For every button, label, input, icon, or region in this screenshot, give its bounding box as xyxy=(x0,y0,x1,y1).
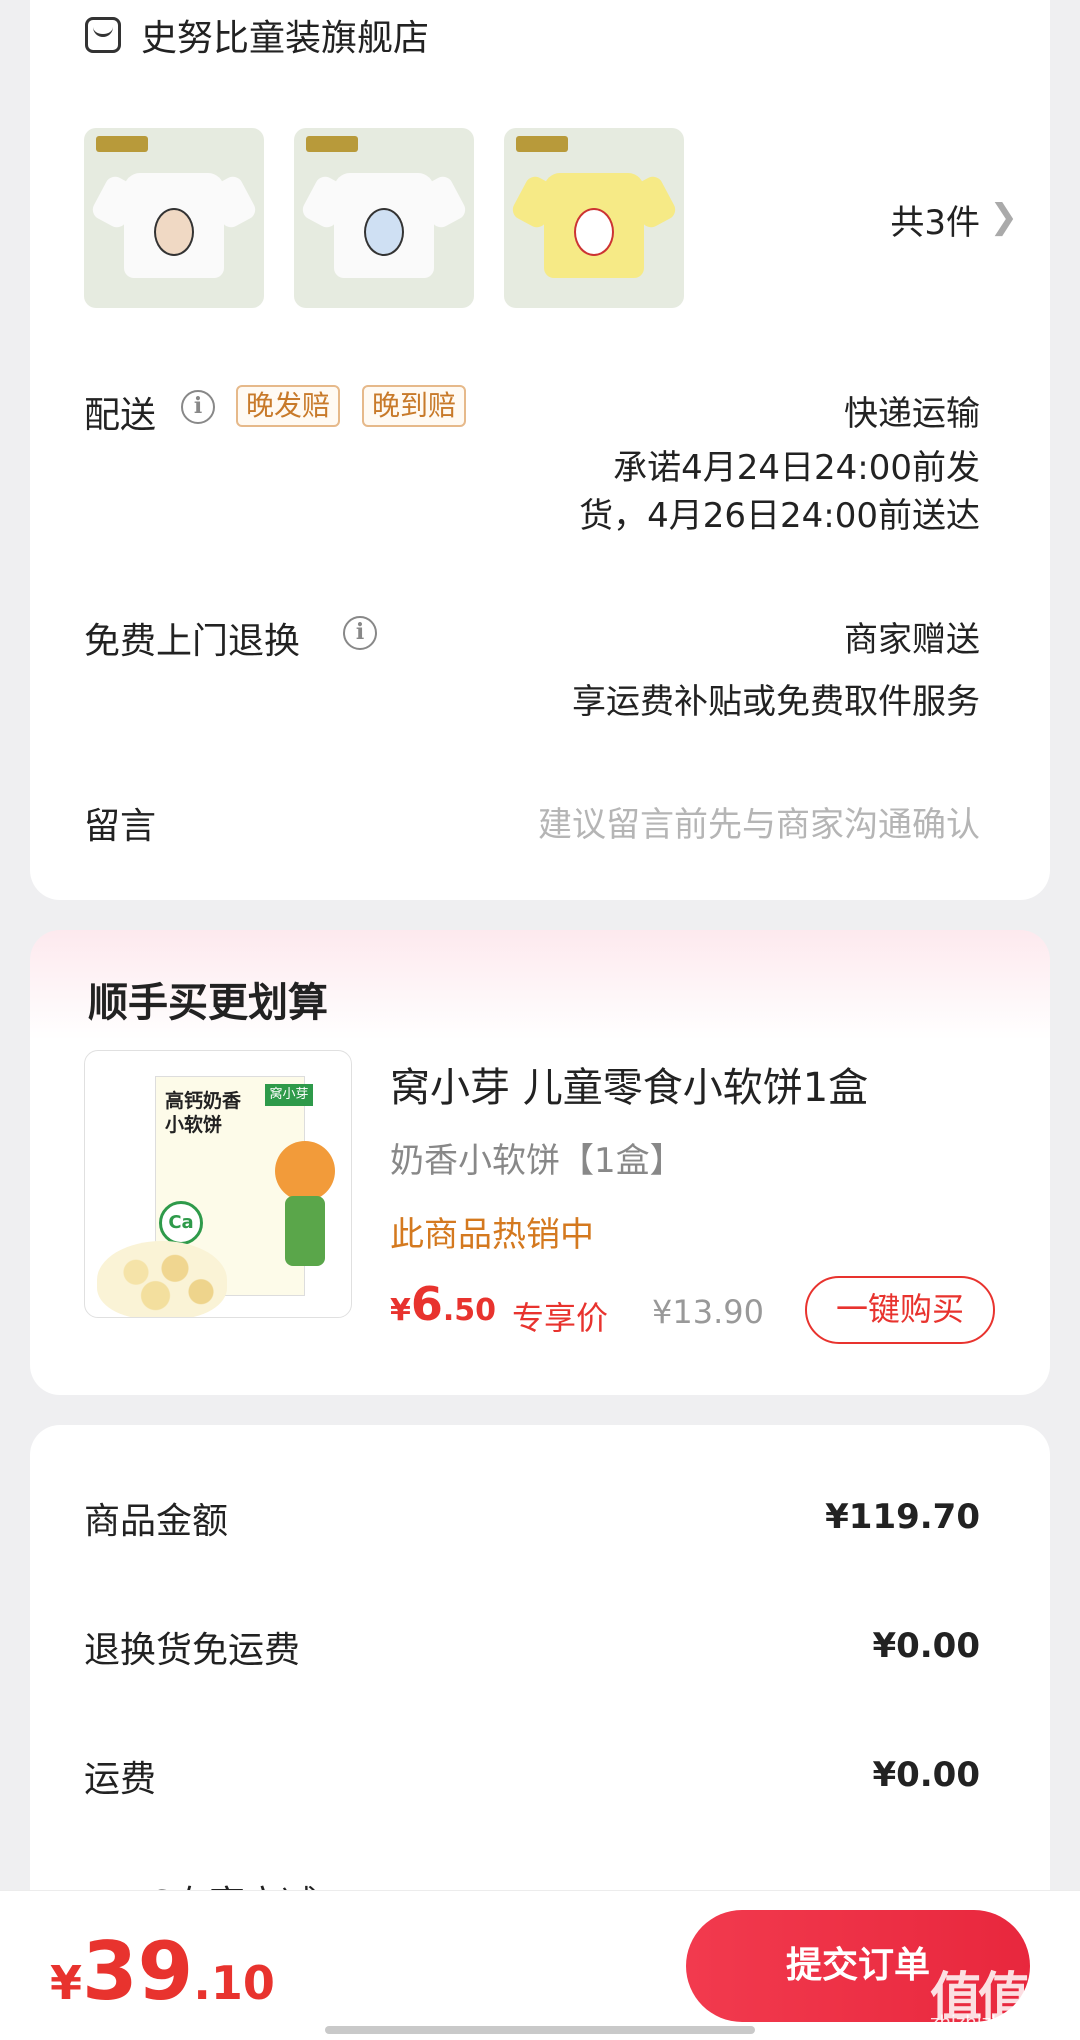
addon-hot-label: 此商品热销中 xyxy=(390,1215,594,1255)
brand-logo xyxy=(96,136,148,152)
product-thumb-3[interactable] xyxy=(504,128,684,308)
product-thumb-1[interactable] xyxy=(84,128,264,308)
return-service-desc: 享运费补贴或免费取件服务 xyxy=(572,682,980,722)
addon-price: ¥6.50 xyxy=(390,1277,496,1331)
info-icon[interactable]: i xyxy=(181,390,215,424)
snack-bowl-image xyxy=(97,1241,227,1317)
calcium-badge: Ca xyxy=(159,1201,203,1245)
tshirt-print xyxy=(364,208,404,256)
goods-amount-label: 商品金额 xyxy=(84,1501,229,1542)
price-decimal: .50 xyxy=(442,1293,497,1328)
return-service-label: 免费上门退换 xyxy=(84,621,301,662)
late-ship-tag: 晚发赔 xyxy=(236,385,341,427)
store-header[interactable]: 史努比童装旗舰店 xyxy=(85,10,429,60)
one-click-buy-button[interactable]: 一键购买 xyxy=(805,1276,995,1344)
late-arrival-tag: 晚到赔 xyxy=(362,385,467,427)
addon-product-name[interactable]: 窝小芽 儿童零食小软饼1盒 xyxy=(390,1055,868,1113)
addon-title: 顺手买更划算 xyxy=(88,980,328,1026)
total-price: ¥39.10 xyxy=(50,1925,275,2018)
product-thumbnails[interactable] xyxy=(84,128,684,308)
price-integer: 6 xyxy=(410,1277,443,1331)
watermark-url: zhizhizhi.com xyxy=(930,2012,1052,2033)
message-input[interactable]: 建议留言前先与商家沟通确认 xyxy=(538,797,980,846)
return-shipping-value: ¥0.00 xyxy=(872,1626,980,1666)
price-currency: ¥ xyxy=(390,1293,411,1328)
store-name: 史努比童装旗舰店 xyxy=(141,18,430,59)
tshirt-print xyxy=(574,208,614,256)
total-currency: ¥ xyxy=(50,1956,83,2010)
brand-logo xyxy=(306,136,358,152)
message-label: 留言 xyxy=(84,806,157,847)
product-thumb-2[interactable] xyxy=(294,128,474,308)
total-decimal: .10 xyxy=(193,1956,275,2010)
exclusive-price-label: 专享价 xyxy=(512,1299,609,1337)
shipping-label: 运费 xyxy=(84,1759,157,1800)
item-count[interactable]: 共3件 xyxy=(890,195,980,244)
addon-product-spec: 奶香小软饼【1盒】 xyxy=(390,1141,684,1181)
info-icon[interactable]: i xyxy=(343,616,377,650)
total-integer: 39 xyxy=(82,1925,194,2018)
delivery-promise-line1: 承诺4月24日24:00前发 xyxy=(613,448,980,488)
store-icon xyxy=(85,17,121,53)
return-shipping-label: 退换货免运费 xyxy=(84,1630,301,1671)
home-indicator[interactable] xyxy=(325,2026,755,2034)
shipping-value: ¥0.00 xyxy=(872,1755,980,1795)
delivery-promise-line2: 货，4月26日24:00前送达 xyxy=(579,496,980,536)
original-price: ¥13.90 xyxy=(652,1293,764,1331)
package-title: 高钙奶香 小软饼 xyxy=(165,1090,242,1136)
delivery-label: 配送 xyxy=(84,395,157,436)
tshirt-print xyxy=(154,208,194,256)
addon-product-image[interactable]: 高钙奶香 小软饼 窝小芽 Ca xyxy=(84,1050,352,1318)
package-brand: 窝小芽 xyxy=(265,1084,313,1106)
delivery-method: 快递运输 xyxy=(844,394,980,434)
return-service-value: 商家赠送 xyxy=(844,620,980,660)
brand-logo xyxy=(516,136,568,152)
chevron-right-icon[interactable]: ❯ xyxy=(990,197,1019,237)
goods-amount-value: ¥119.70 xyxy=(825,1497,980,1537)
mascot-image xyxy=(275,1141,335,1266)
